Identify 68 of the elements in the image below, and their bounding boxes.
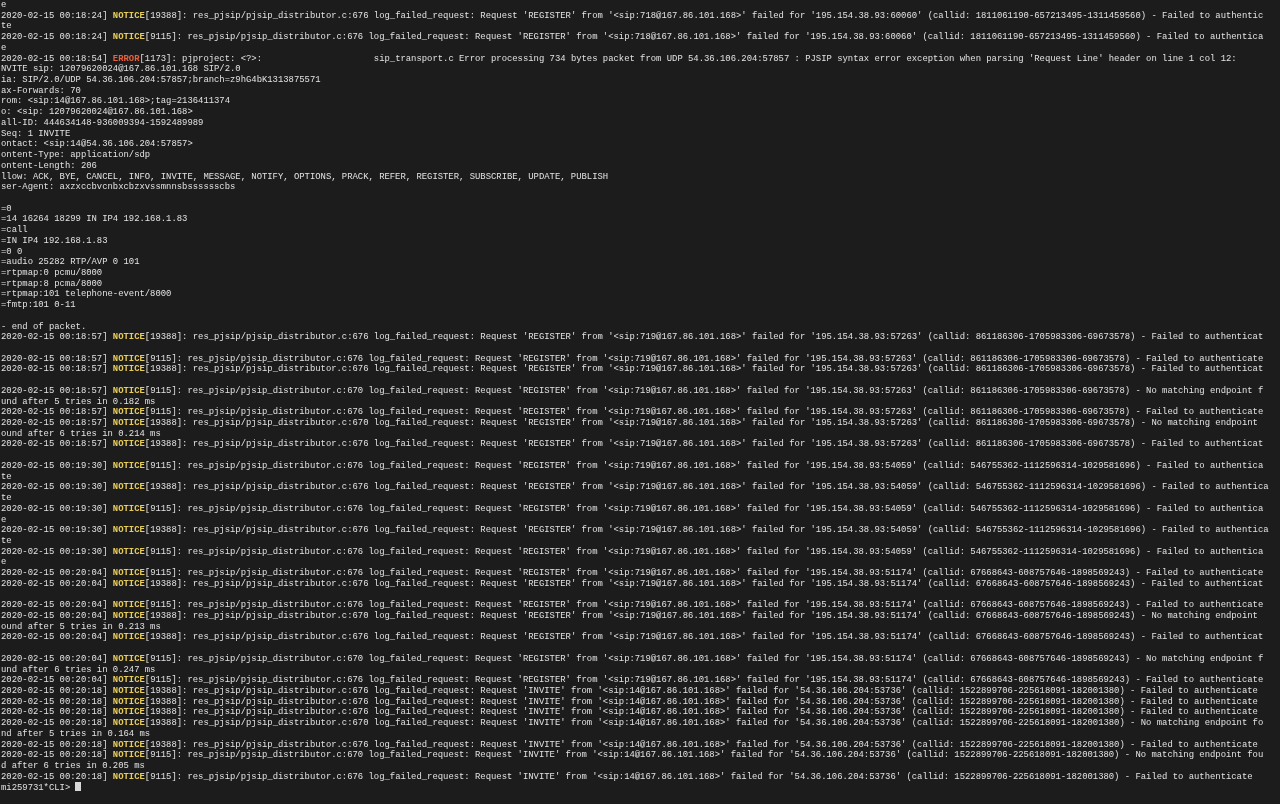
- output-line: =rtpmap:0 pcmu/8000: [1, 267, 103, 279]
- log-line: 2020-02-15 00:20:04] NOTICE[9115]: res_pjsip/pjsip_distributor.c:676 log_failed_request: Request 'REGISTER' from '<sip:719@167.86.101.168>' failed for '195.154.38.93:51174' (callid: 67668643-608757646-1898569243) - Failed to authenticate: [1, 675, 1264, 686]
- output-line: ontent-Length: 206: [1, 160, 97, 172]
- text-cursor: [75, 782, 81, 792]
- output-line: =call: [1, 225, 28, 236]
- output-line: te: [1, 21, 12, 33]
- log-line: 2020-02-15 00:18:24] NOTICE[9115]: res_pjsip/pjsip_distributor.c:676 log_failed_request: Request 'REGISTER' from '<sip:718@167.86.101.168>' failed for '195.154.38.93:60060' (callid: 1811061190-657213495-1311459560) - Failed to authentica: [1, 32, 1264, 43]
- log-line: 2020-02-15 00:20:04] NOTICE[19388]: res_pjsip/pjsip_distributor.c:676 log_failed_request: Request 'REGISTER' from '<sip:719@167.86.101.168>' failed for '195.154.38.93:51174' (callid: 67668643-608757646-1898569243) - Failed to authenticat: [1, 578, 1264, 590]
- output-line: te: [1, 535, 12, 547]
- log-line: 2020-02-15 00:19:30] NOTICE[9115]: res_pjsip/pjsip_distributor.c:676 log_failed_request: Request 'REGISTER' from '<sip:719@167.86.101.168>' failed for '195.154.38.93:54059' (callid: 546755362-1112596314-1029581696) - Failed to authentica: [1, 546, 1264, 558]
- log-line: 2020-02-15 00:20:04] NOTICE[9115]: res_pjsip/pjsip_distributor.c:676 log_failed_request: Request 'REGISTER' from '<sip:719@167.86.101.168>' failed for '195.154.38.93:51174' (callid: 67668643-608757646-1898569243) - Failed to authenticate: [1, 600, 1264, 611]
- log-line: 2020-02-15 00:18:24] NOTICE[19388]: res_pjsip/pjsip_distributor.c:676 log_failed_request: Request 'REGISTER' from '<sip:718@167.86.101.168>' failed for '195.154.38.93:60060' (callid: 1811061190-657213495-1311459560) - Failed to authentic: [1, 10, 1264, 22]
- log-line: 2020-02-15 00:18:57] NOTICE[19388]: res_pjsip/pjsip_distributor.c:676 log_failed_request: Request 'REGISTER' from '<sip:719@167.86.101.168>' failed for '195.154.38.93:57263' (callid: 861186306-1705983306-69673578) - Failed to authenticat: [1, 439, 1264, 451]
- output-line: o: <sip: 12079620024@167.86.101.168>: [1, 107, 193, 118]
- log-line: 2020-02-15 00:20:18] NOTICE[19388]: res_pjsip/pjsip_distributor.c:676 log_failed_request: Request 'INVITE' from '<sip:14@167.86.101.168>' failed for '54.36.106.204:53736' (callid: 1522899706-225618091-182001380) - Failed to authenticate: [1, 696, 1258, 707]
- log-line: 2020-02-15 00:18:57] NOTICE[9115]: res_pjsip/pjsip_distributor.c:670 log_failed_request: Request 'REGISTER' from '<sip:719@167.86.101.168>' failed for '195.154.38.93:57263' (callid: 861186306-1705983306-69673578) - No matching endpoint f: [1, 385, 1264, 397]
- log-line: 2020-02-15 00:19:30] NOTICE[19388]: res_pjsip/pjsip_distributor.c:676 log_failed_request: Request 'REGISTER' from '<sip:719@167.86.101.168>' failed for '195.154.38.93:54059' (callid: 546755362-1112596314-1029581696) - Failed to authentica: [1, 482, 1269, 494]
- output-line: =0 0: [1, 246, 23, 257]
- output-line: nd after 5 tries in 0.164 ms: [1, 728, 151, 740]
- output-line: ontact: <sip:14@54.36.106.204:57857>: [1, 139, 193, 150]
- log-line: 2020-02-15 00:20:18] NOTICE[9115]: res_pjsip/pjsip_distributor.c:670 log_failed_request: Request 'INVITE' from '<sip:14@167.86.101.168>' failed for '54.36.106.204:53736' (callid: 1522899706-225618091-182001380) - No matching endpoint fou: [1, 750, 1264, 761]
- output-line: =0: [1, 203, 12, 215]
- log-line: 2020-02-15 00:18:57] NOTICE[19388]: res_pjsip/pjsip_distributor.c:670 log_failed_request: Request 'REGISTER' from '<sip:719@167.86.101.168>' failed for '195.154.38.93:57263' (callid: 861186306-1705983306-69673578) - No matching endpoint: [1, 418, 1258, 429]
- output-line: ser-Agent: axzxccbvcnbxcbzxvssmnnsbsssssscbs: [1, 182, 236, 193]
- log-line: 2020-02-15 00:18:57] NOTICE[9115]: res_pjsip/pjsip_distributor.c:676 log_failed_request: Request 'REGISTER' from '<sip:719@167.86.101.168>' failed for '195.154.38.93:57263' (callid: 861186306-1705983306-69673578) - Failed to authenticate: [1, 353, 1264, 364]
- log-line: 2020-02-15 00:18:57] NOTICE[9115]: res_pjsip/pjsip_distributor.c:676 log_failed_request: Request 'REGISTER' from '<sip:719@167.86.101.168>' failed for '195.154.38.93:57263' (callid: 861186306-1705983306-69673578) - Failed to authenticate: [1, 407, 1264, 418]
- log-line: 2020-02-15 00:20:18] NOTICE[9115]: res_pjsip/pjsip_distributor.c:676 log_failed_request: Request 'INVITE' from '<sip:14@167.86.101.168>' failed for '54.36.106.204:53736' (callid: 1522899706-225618091-182001380) - Failed to authenticate: [1, 771, 1253, 783]
- log-line: 2020-02-15 00:19:30] NOTICE[9115]: res_pjsip/pjsip_distributor.c:676 log_failed_request: Request 'REGISTER' from '<sip:719@167.86.101.168>' failed for '195.154.38.93:54059' (callid: 546755362-1112596314-1029581696) - Failed to authentica: [1, 503, 1264, 515]
- output-line: te: [1, 471, 12, 483]
- output-line: =14 16264 18299 IN IP4 192.168.1.83: [1, 214, 188, 225]
- output-line: ound after 5 tries in 0.213 ms: [1, 621, 161, 632]
- output-line: llow: ACK, BYE, CANCEL, INFO, INVITE, MESSAGE, NOTIFY, OPTIONS, PRACK, REFER, REGISTER, SUBSCRIBE, UPDATE, PUBLISH: [1, 171, 609, 182]
- output-line: e: [1, 42, 7, 54]
- output-line: ax-Forwards: 70: [1, 85, 81, 96]
- log-line: 2020-02-15 00:18:54] ERROR[1173]: pjproject: <?>: sip_transport.c Error processing 734 bytes packet from UDP 54.36.106.204:57857 : PJSIP syntax error exception when parsing 'Request Line' header on line 1 col 12:: [1, 53, 1237, 64]
- log-line: 2020-02-15 00:20:04] NOTICE[9115]: res_pjsip/pjsip_distributor.c:670 log_failed_request: Request 'REGISTER' from '<sip:719@167.86.101.168>' failed for '195.154.38.93:51174' (callid: 67668643-608757646-1898569243) - No matching endpoint f: [1, 653, 1264, 665]
- log-line: 2020-02-15 00:18:57] NOTICE[19388]: res_pjsip/pjsip_distributor.c:676 log_failed_request: Request 'REGISTER' from '<sip:719@167.86.101.168>' failed for '195.154.38.93:57263' (callid: 861186306-1705983306-69673578) - Failed to authenticat: [1, 364, 1264, 376]
- output-line: Seq: 1 INVITE: [1, 128, 71, 139]
- log-line: 2020-02-15 00:20:18] NOTICE[19388]: res_pjsip/pjsip_distributor.c:676 log_failed_request: Request 'INVITE' from '<sip:14@167.86.101.168>' failed for '54.36.106.204:53736' (callid: 1522899706-225618091-182001380) - Failed to authenticate: [1, 739, 1258, 750]
- log-line: 2020-02-15 00:20:04] NOTICE[19388]: res_pjsip/pjsip_distributor.c:670 log_failed_request: Request 'REGISTER' from '<sip:719@167.86.101.168>' failed for '195.154.38.93:51174' (callid: 67668643-608757646-1898569243) - No matching endpoint: [1, 610, 1258, 622]
- output-line: und after 6 tries in 0.247 ms: [1, 664, 156, 675]
- output-line: - end of packet.: [1, 321, 87, 332]
- output-line: e: [1, 514, 7, 526]
- output-line: =fmtp:101 0-11: [1, 300, 76, 311]
- output-line: und after 5 tries in 0.182 ms: [1, 396, 156, 407]
- output-line: rom: <sip:14@167.86.101.168>;tag=2136411374: [1, 96, 230, 107]
- output-line: d after 6 tries in 0.205 ms: [1, 761, 145, 772]
- output-line: e: [1, 0, 7, 11]
- output-line: all-ID: 444634148-936009394-1592489989: [1, 117, 204, 129]
- log-line: 2020-02-15 00:20:04] NOTICE[9115]: res_pjsip/pjsip_distributor.c:676 log_failed_request: Request 'REGISTER' from '<sip:719@167.86.101.168>' failed for '195.154.38.93:51174' (callid: 67668643-608757646-1898569243) - Failed to authenticate: [1, 568, 1264, 579]
- output-line: ia: SIP/2.0/UDP 54.36.106.204:57857;branch=z9hG4bK1313875571: [1, 75, 321, 86]
- command-prompt: mi259731*CLI>: [1, 783, 71, 795]
- log-line: 2020-02-15 00:19:30] NOTICE[19388]: res_pjsip/pjsip_distributor.c:676 log_failed_request: Request 'REGISTER' from '<sip:719@167.86.101.168>' failed for '195.154.38.93:54059' (callid: 546755362-1112596314-1029581696) - Failed to authentica: [1, 525, 1269, 536]
- output-line: =audio 25282 RTP/AVP 0 101: [1, 257, 140, 268]
- output-line: NVITE sip: 12079620024@167.86.101.168 SIP/2.0: [1, 64, 241, 75]
- log-line: 2020-02-15 00:19:30] NOTICE[9115]: res_pjsip/pjsip_distributor.c:676 log_failed_request: Request 'REGISTER' from '<sip:719@167.86.101.168>' failed for '195.154.38.93:54059' (callid: 546755362-1112596314-1029581696) - Failed to authentica: [1, 460, 1264, 472]
- log-line: 2020-02-15 00:20:18] NOTICE[19388]: res_pjsip/pjsip_distributor.c:676 log_failed_request: Request 'INVITE' from '<sip:14@167.86.101.168>' failed for '54.36.106.204:53736' (callid: 1522899706-225618091-182001380) - Failed to authenticate: [1, 707, 1258, 718]
- log-line: 2020-02-15 00:20:18] NOTICE[19388]: res_pjsip/pjsip_distributor.c:676 log_failed_request: Request 'INVITE' from '<sip:14@167.86.101.168>' failed for '54.36.106.204:53736' (callid: 1522899706-225618091-182001380) - Failed to authenticate: [1, 686, 1258, 697]
- output-line: e: [1, 557, 7, 569]
- log-line: 2020-02-15 00:20:18] NOTICE[19388]: res_pjsip/pjsip_distributor.c:670 log_failed_request: Request 'INVITE' from '<sip:14@167.86.101.168>' failed for '54.36.106.204:53736' (callid: 1522899706-225618091-182001380) - No matching endpoint fo: [1, 718, 1264, 729]
- output-line: =IN IP4 192.168.1.83: [1, 235, 108, 247]
- log-line: 2020-02-15 00:18:57] NOTICE[19388]: res_pjsip/pjsip_distributor.c:676 log_failed_request: Request 'REGISTER' from '<sip:719@167.86.101.168>' failed for '195.154.38.93:57263' (callid: 861186306-1705983306-69673578) - Failed to authenticat: [1, 332, 1264, 343]
- output-line: =rtpmap:8 pcma/8000: [1, 278, 103, 289]
- output-line: =rtpmap:101 telephone-event/8000: [1, 289, 172, 300]
- output-line: ound after 6 tries in 0.214 ms: [1, 428, 161, 439]
- output-line: te: [1, 493, 12, 504]
- log-line: 2020-02-15 00:20:04] NOTICE[19388]: res_pjsip/pjsip_distributor.c:676 log_failed_request: Request 'REGISTER' from '<sip:719@167.86.101.168>' failed for '195.154.38.93:51174' (callid: 67668643-608757646-1898569243) - Failed to authenticat: [1, 632, 1264, 644]
- output-line: ontent-Type: application/sdp: [1, 150, 151, 161]
